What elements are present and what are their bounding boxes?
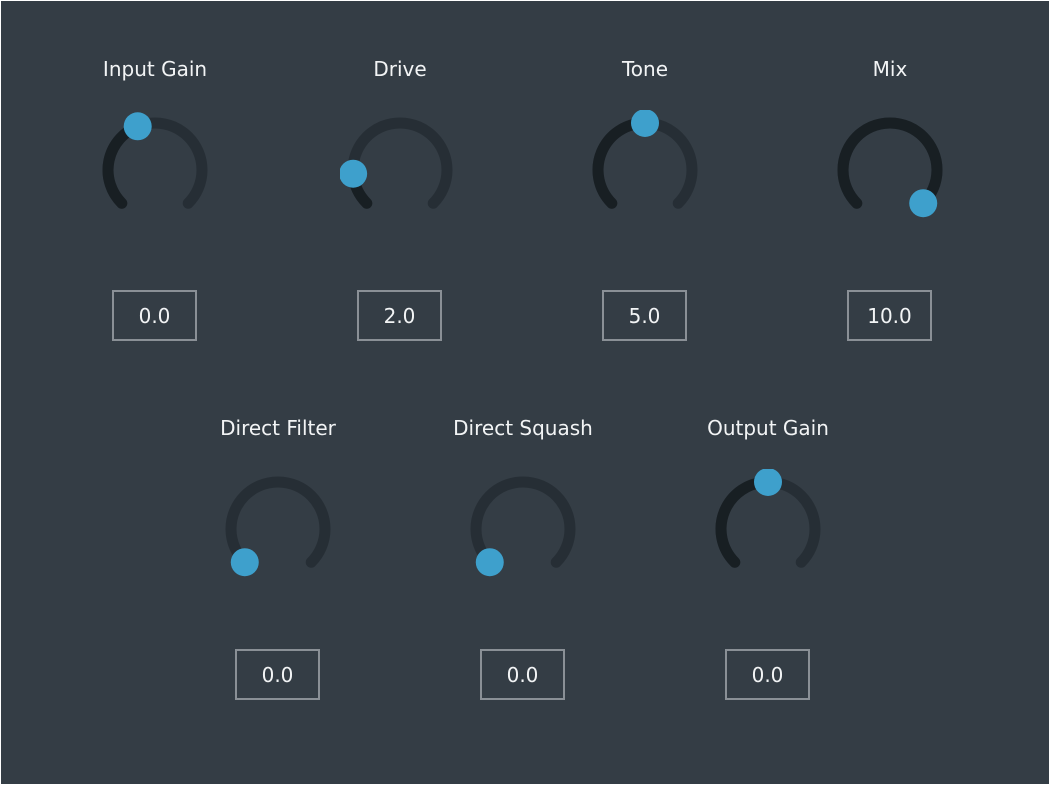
direct-squash-knob[interactable]	[463, 469, 583, 589]
drive-knob-graphic	[340, 117, 453, 209]
input-gain-control: Input Gain	[75, 1, 235, 341]
drive-control: Drive	[320, 1, 480, 341]
input-gain-label: Input Gain	[102, 57, 208, 81]
drive-knob-handle[interactable]	[340, 159, 368, 188]
input-gain-knob[interactable]	[95, 110, 215, 230]
direct-squash-label: Direct Squash	[453, 416, 593, 440]
direct-filter-value-field[interactable]	[235, 649, 320, 700]
plugin-panel: Input Gain Drive Tone Mix Direct Filter …	[1, 1, 1049, 784]
drive-knob[interactable]	[340, 110, 460, 230]
tone-label: Tone	[621, 57, 669, 81]
input-gain-knob-graphic	[102, 112, 208, 209]
direct-filter-knob[interactable]	[218, 469, 338, 589]
mix-label: Mix	[872, 57, 908, 81]
drive-value-field[interactable]	[357, 290, 442, 341]
tone-control: Tone	[565, 1, 725, 341]
mix-knob-handle[interactable]	[909, 189, 938, 218]
output-gain-knob-graphic	[715, 469, 821, 568]
mix-knob[interactable]	[830, 110, 950, 230]
input-gain-value-field[interactable]	[112, 290, 197, 341]
tone-value-field[interactable]	[602, 290, 687, 341]
direct-squash-control: Direct Squash	[443, 360, 603, 700]
mix-value-field[interactable]	[847, 290, 932, 341]
direct-squash-knob-handle[interactable]	[475, 548, 504, 577]
mix-knob-graphic	[837, 117, 943, 218]
direct-filter-knob-graphic	[225, 476, 331, 577]
input-gain-knob-handle[interactable]	[123, 112, 152, 141]
direct-filter-control: Direct Filter	[198, 360, 358, 700]
direct-filter-knob-handle[interactable]	[230, 548, 259, 577]
drive-knob-track	[347, 117, 453, 209]
output-gain-label: Output Gain	[707, 416, 829, 440]
direct-filter-label: Direct Filter	[220, 416, 336, 440]
output-gain-knob-handle[interactable]	[754, 469, 782, 496]
tone-knob-graphic	[592, 110, 698, 209]
tone-knob[interactable]	[585, 110, 705, 230]
output-gain-control: Output Gain	[688, 360, 848, 700]
output-gain-value-field[interactable]	[725, 649, 810, 700]
mix-control: Mix	[810, 1, 970, 341]
output-gain-knob[interactable]	[708, 469, 828, 589]
tone-knob-handle[interactable]	[631, 110, 659, 137]
drive-label: Drive	[373, 57, 427, 81]
direct-squash-value-field[interactable]	[480, 649, 565, 700]
direct-squash-knob-graphic	[470, 476, 576, 577]
